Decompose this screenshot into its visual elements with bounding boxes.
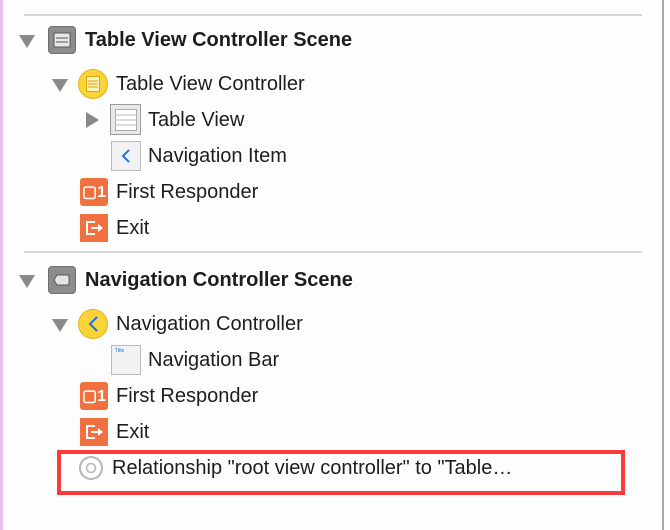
scene-icon	[48, 26, 76, 54]
navigation-bar-icon-title: Title	[115, 348, 125, 354]
outline-item-table-view-controller[interactable]: Table View Controller	[0, 68, 640, 100]
disclosure-triangle-icon[interactable]	[86, 112, 99, 128]
item-label: Exit	[116, 420, 150, 443]
navigation-bar-icon: Title	[111, 345, 141, 375]
item-label: Table View Controller	[116, 72, 305, 95]
divider	[24, 251, 642, 253]
item-label: Navigation Bar	[148, 348, 280, 371]
navigation-controller-icon	[78, 309, 108, 339]
outline-item-first-responder[interactable]: ▢1 First Responder	[0, 380, 640, 412]
disclosure-triangle-icon[interactable]	[19, 35, 35, 48]
outline-item-navigation-controller[interactable]: Navigation Controller	[0, 308, 640, 340]
scene-icon	[48, 266, 76, 294]
outline-item-table-view[interactable]: Table View	[0, 104, 640, 136]
table-view-icon	[110, 104, 141, 135]
item-label: Navigation Controller	[116, 312, 303, 335]
item-label: First Responder	[116, 180, 259, 203]
scene-navigation-controller[interactable]: Navigation Controller Scene	[0, 264, 640, 296]
disclosure-triangle-icon[interactable]	[52, 79, 68, 92]
highlight-box	[57, 450, 625, 495]
outline-item-navigation-bar[interactable]: Title Navigation Bar	[0, 344, 640, 376]
outline-item-first-responder[interactable]: ▢1 First Responder	[0, 176, 640, 208]
scene-table-view-controller[interactable]: Table View Controller Scene	[0, 24, 640, 56]
divider	[24, 14, 642, 16]
navigation-item-icon	[111, 141, 141, 171]
first-responder-icon: ▢1	[80, 382, 108, 410]
first-responder-icon: ▢1	[80, 178, 108, 206]
exit-icon	[80, 418, 108, 446]
exit-icon	[80, 214, 108, 242]
item-label: Navigation Item	[148, 144, 287, 167]
disclosure-triangle-icon[interactable]	[52, 319, 68, 332]
outline-item-exit[interactable]: Exit	[0, 212, 640, 244]
panel-splitter[interactable]	[662, 0, 664, 530]
item-label: First Responder	[116, 384, 259, 407]
outline-item-navigation-item[interactable]: Navigation Item	[0, 140, 640, 172]
item-label: Table View	[148, 108, 245, 131]
item-label: Exit	[116, 216, 150, 239]
scene-title: Navigation Controller Scene	[85, 268, 353, 291]
outline-item-exit[interactable]: Exit	[0, 416, 640, 448]
table-view-controller-icon	[78, 69, 108, 99]
scene-title: Table View Controller Scene	[85, 28, 353, 51]
disclosure-triangle-icon[interactable]	[19, 275, 35, 288]
